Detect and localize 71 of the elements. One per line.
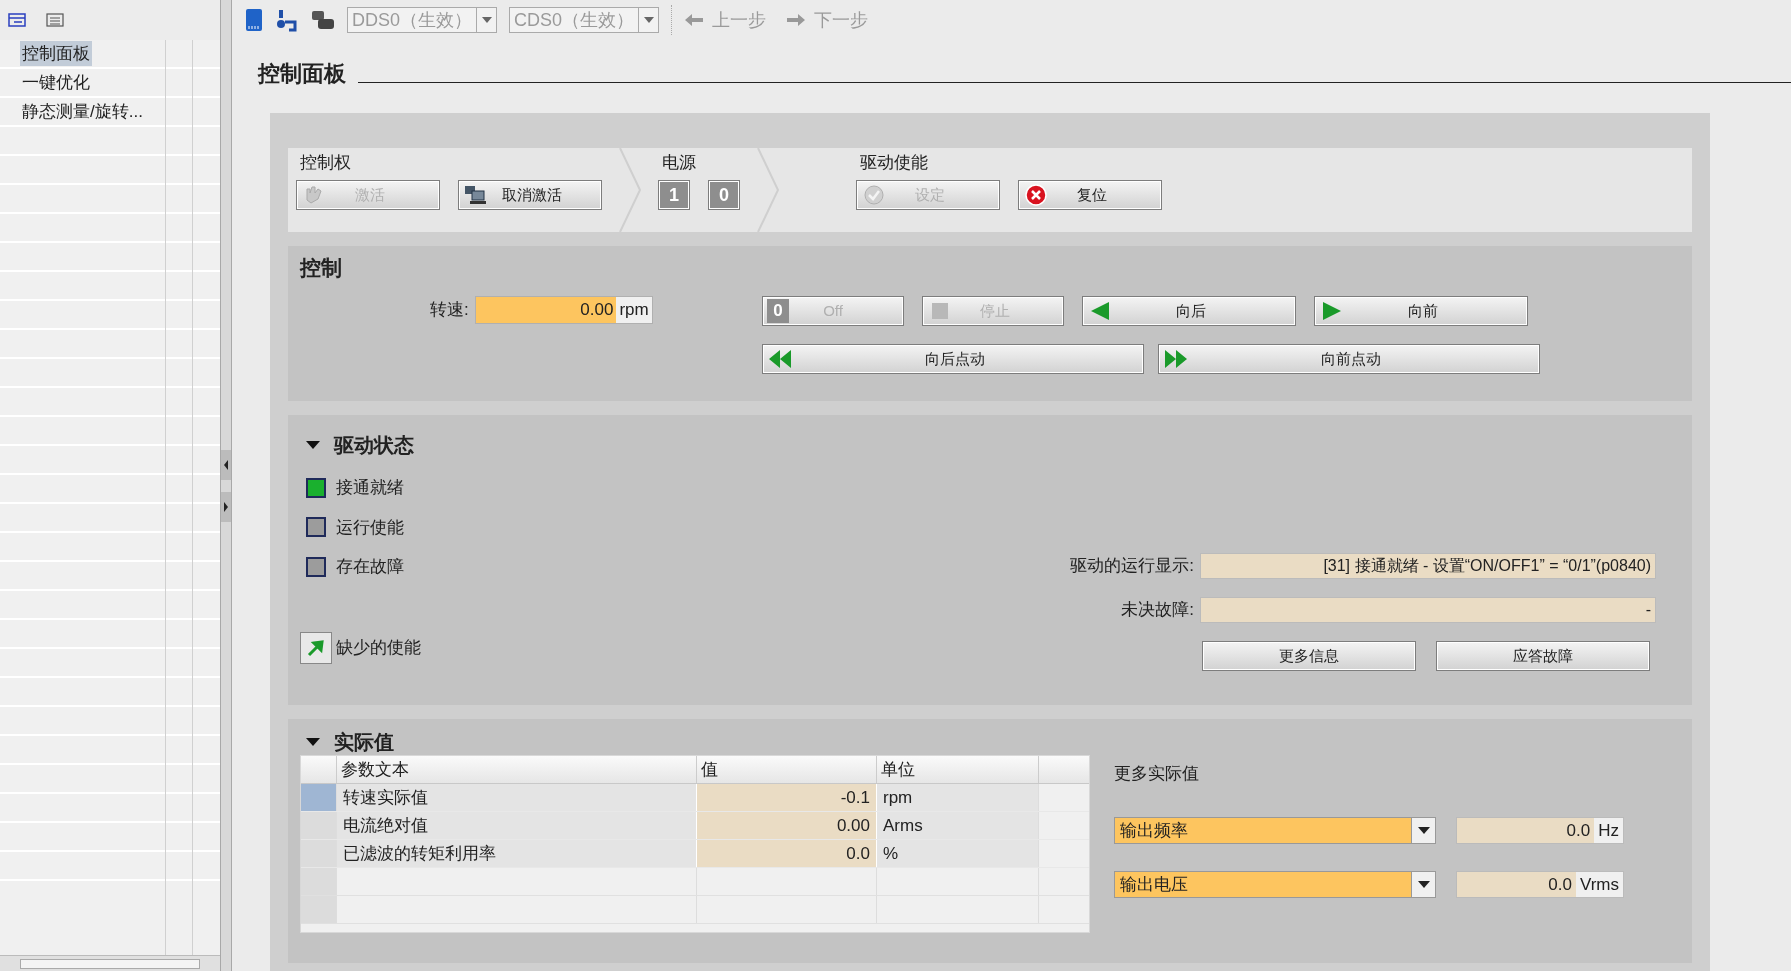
control-button[interactable]: 向后点动 xyxy=(762,344,1144,374)
table-cell: -0.1 xyxy=(697,784,877,811)
devices-icon[interactable] xyxy=(311,9,335,31)
open-fault-field: - xyxy=(1200,597,1656,623)
caret-icon xyxy=(1417,827,1430,834)
column-header[interactable]: 单位 xyxy=(877,756,1039,783)
double-left-icon xyxy=(768,349,792,369)
zero-icon: 0 xyxy=(767,299,789,323)
collapse-icon[interactable] xyxy=(306,439,320,451)
section-title: 实际值 xyxy=(334,730,394,755)
tree-view-icon[interactable] xyxy=(8,13,26,27)
table-cell: rpm xyxy=(877,784,1039,811)
table-cell: 已滤波的转矩利用率 xyxy=(337,840,697,867)
list-view-icon[interactable] xyxy=(46,13,64,27)
caret-icon xyxy=(481,17,492,23)
speed-field[interactable]: 0.00 rpm xyxy=(474,296,653,324)
missing-enable-label: 缺少的使能 xyxy=(336,636,421,659)
section-title: 控制 xyxy=(300,255,343,281)
column-header[interactable]: 参数文本 xyxy=(337,756,697,783)
more-values-label: 更多实际值 xyxy=(1114,763,1200,785)
field-label: 转速: xyxy=(430,299,469,321)
expand-right-icon[interactable] xyxy=(221,491,231,522)
run-display-field: [31] 接通就绪 - 设置“ON/OFF1” = “0/1”(p0840) xyxy=(1200,553,1656,579)
status-label: 存在故障 xyxy=(336,556,404,578)
table-cell: Arms xyxy=(877,812,1039,839)
group-label: 控制权 xyxy=(299,152,352,174)
collapse-icon[interactable] xyxy=(306,736,320,748)
sidebar-item[interactable]: 一键优化 xyxy=(20,69,92,96)
group-label: 驱动使能 xyxy=(859,152,929,174)
sidebar-item[interactable]: 控制面板 xyxy=(20,40,92,67)
control-button[interactable]: 向前 xyxy=(1314,296,1528,326)
control-button[interactable]: 向后 xyxy=(1082,296,1296,326)
collapse-left-icon[interactable] xyxy=(221,449,231,480)
left-arrow-icon xyxy=(684,13,704,27)
caret-icon xyxy=(1417,881,1430,888)
control-button[interactable]: 复位 xyxy=(1018,180,1162,210)
table-cell: 电流绝对值 xyxy=(337,812,697,839)
right-triangle-icon xyxy=(1321,301,1343,321)
value-dropdown[interactable]: 输出频率 xyxy=(1114,817,1436,844)
section-title: 驱动状态 xyxy=(334,433,414,458)
right-arrow-icon xyxy=(786,13,806,27)
caret-icon xyxy=(643,17,654,23)
field-label: 未决故障: xyxy=(1121,599,1194,622)
error-icon xyxy=(1025,184,1047,206)
memory-card-icon[interactable] xyxy=(245,8,263,32)
control-button[interactable]: 向前点动 xyxy=(1158,344,1540,374)
status-label: 接通就绪 xyxy=(336,477,404,499)
check-icon xyxy=(864,185,884,205)
value-field: 0.0 Hz xyxy=(1456,817,1624,844)
field-label: 驱动的运行显示: xyxy=(1070,555,1194,578)
computer-icon xyxy=(464,185,488,205)
group-label: 电源 xyxy=(661,152,697,174)
table-cell: % xyxy=(877,840,1039,867)
status-label: 运行使能 xyxy=(336,516,404,539)
scrollbar-thumb[interactable] xyxy=(20,958,200,969)
column-header[interactable]: 值 xyxy=(697,756,877,783)
control-button[interactable]: 取消激活 xyxy=(458,180,602,210)
table-cell: 0.0 xyxy=(697,840,877,867)
action-button[interactable]: 更多信息 xyxy=(1202,641,1416,671)
arrow-button[interactable] xyxy=(300,631,332,664)
left-triangle-icon xyxy=(1089,301,1111,321)
value-dropdown[interactable]: 输出电压 xyxy=(1114,871,1436,898)
double-right-icon xyxy=(1164,349,1188,369)
stop-icon xyxy=(932,303,948,319)
sidebar-item[interactable]: 静态测量/旋转... xyxy=(20,98,145,125)
value-field: 0.0 Vrms xyxy=(1456,871,1624,898)
table-cell: 转速实际值 xyxy=(337,784,697,811)
table-cell: 0.00 xyxy=(697,812,877,839)
page-title: 控制面板 xyxy=(258,63,346,85)
diagonal-arrow-icon xyxy=(306,637,326,658)
action-button[interactable]: 应答故障 xyxy=(1436,641,1650,671)
